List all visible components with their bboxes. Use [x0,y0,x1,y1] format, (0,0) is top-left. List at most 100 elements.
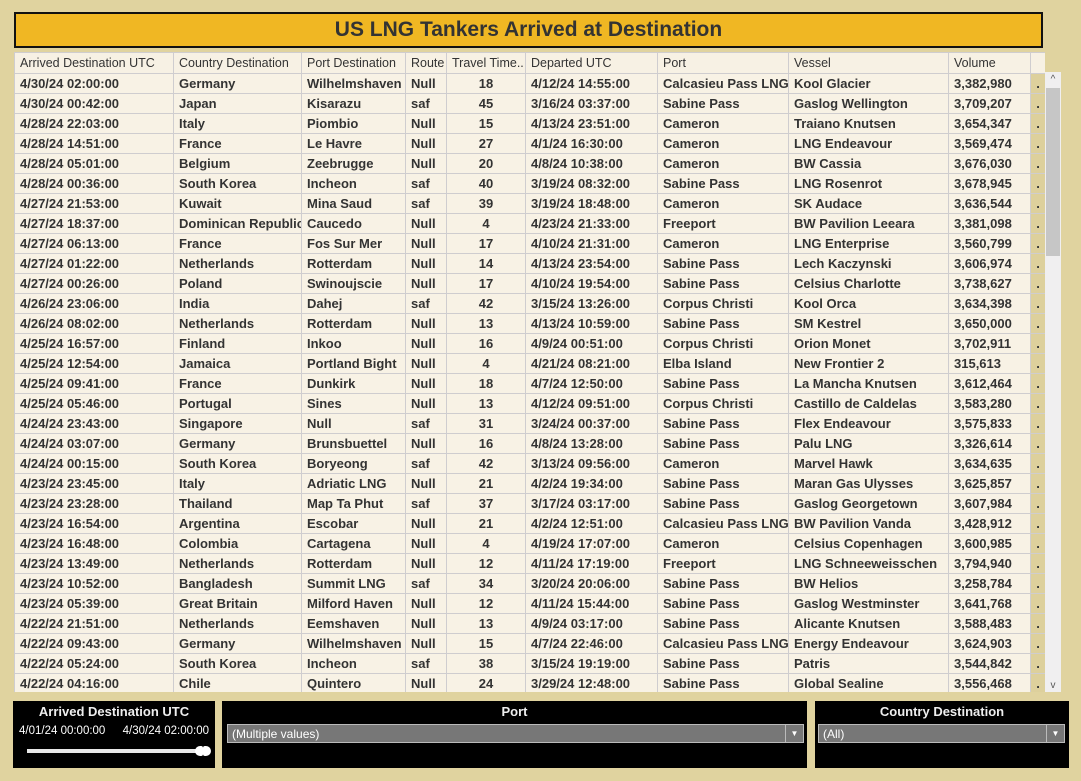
cell-travel-time: 27 [446,133,526,154]
country-dropdown[interactable]: (All) ▼ [818,724,1065,743]
slider-end-handle[interactable] [203,746,211,756]
column-header-vessel[interactable]: Vessel [788,52,949,74]
port-dropdown[interactable]: (Multiple values) ▼ [227,724,804,743]
table-row[interactable]: 4/25/24 09:41:00 France Dunkirk Null 18 4/7/2… [14,373,1045,394]
cell-port-destination: Kisarazu [301,93,406,114]
cell-volume: 3,641,768 [948,593,1031,614]
cell-volume: 3,650,000 [948,313,1031,334]
scroll-thumb[interactable] [1046,88,1060,256]
date-range-filter: Arrived Destination UTC 4/01/24 00:00:00… [13,701,215,768]
cell-departed-utc: 4/9/24 00:51:00 [525,333,658,354]
table-row[interactable]: 4/23/24 16:54:00 Argentina Escobar Null 21 4/… [14,513,1045,534]
cell-route: Null [405,593,447,614]
column-header-volume[interactable]: Volume [948,52,1031,74]
row-marker: . [1030,413,1045,434]
table-row[interactable]: 4/28/24 00:36:00 South Korea Incheon saf 40 3… [14,173,1045,194]
country-filter: Country Destination (All) ▼ [815,701,1069,768]
cell-volume: 3,678,945 [948,173,1031,194]
dropdown-arrow-icon[interactable]: ▼ [785,725,803,742]
cell-route: saf [405,493,447,514]
table-row[interactable]: 4/24/24 00:15:00 South Korea Boryeong saf 42… [14,453,1045,474]
table-row[interactable]: 4/25/24 05:46:00 Portugal Sines Null 13 4/12/… [14,393,1045,414]
column-header-travel-time[interactable]: Travel Time.. [446,52,526,74]
cell-port: Cameron [657,113,789,134]
table-row[interactable]: 4/24/24 23:43:00 Singapore Null saf 31 3/24/2… [14,413,1045,434]
table-row[interactable]: 4/23/24 16:48:00 Colombia Cartagena Null 4 4/… [14,533,1045,554]
table-scrollbar[interactable]: ^ v [1045,72,1061,692]
cell-vessel: New Frontier 2 [788,353,949,374]
dropdown-arrow-icon[interactable]: ▼ [1046,725,1064,742]
scroll-down-icon[interactable]: v [1045,678,1061,692]
cell-country-destination: France [173,133,302,154]
cell-port-destination: Quintero [301,673,406,692]
cell-volume: 3,428,912 [948,513,1031,534]
cell-departed-utc: 3/17/24 03:17:00 [525,493,658,514]
table-row[interactable]: 4/23/24 23:28:00 Thailand Map Ta Phut saf 37… [14,493,1045,514]
cell-arrived-utc: 4/27/24 01:22:00 [14,253,174,274]
row-marker: . [1030,93,1045,114]
row-marker: . [1030,613,1045,634]
cell-port: Sabine Pass [657,493,789,514]
table-row[interactable]: 4/28/24 14:51:00 France Le Havre Null 27 4/1/… [14,133,1045,154]
table-row[interactable]: 4/28/24 22:03:00 Italy Piombio Null 15 4/13/2… [14,113,1045,134]
cell-port-destination: Caucedo [301,213,406,234]
table-row[interactable]: 4/22/24 05:24:00 South Korea Incheon saf 38 3… [14,653,1045,674]
table-row[interactable]: 4/27/24 21:53:00 Kuwait Mina Saud saf 39 3/19… [14,193,1045,214]
column-header-port[interactable]: Port [657,52,789,74]
table-row[interactable]: 4/22/24 09:43:00 Germany Wilhelmshaven Null… [14,633,1045,654]
table-row[interactable]: 4/30/24 02:00:00 Germany Wilhelmshaven Null… [14,73,1045,94]
table-row[interactable]: 4/23/24 23:45:00 Italy Adriatic LNG Null 21 4… [14,473,1045,494]
table-row[interactable]: 4/23/24 13:49:00 Netherlands Rotterdam Null… [14,553,1045,574]
cell-arrived-utc: 4/27/24 21:53:00 [14,193,174,214]
table-row[interactable]: 4/25/24 16:57:00 Finland Inkoo Null 16 4/9/24… [14,333,1045,354]
cell-vessel: La Mancha Knutsen [788,373,949,394]
table-row[interactable]: 4/27/24 06:13:00 France Fos Sur Mer Null 17 4… [14,233,1045,254]
date-range-end: 4/30/24 02:00:00 [122,725,209,737]
column-header-arrived-utc[interactable]: Arrived Destination UTC [14,52,174,74]
row-marker: . [1030,673,1045,692]
table-row[interactable]: 4/22/24 21:51:00 Netherlands Eemshaven Null… [14,613,1045,634]
cell-arrived-utc: 4/23/24 23:28:00 [14,493,174,514]
column-header-route[interactable]: Route [405,52,447,74]
column-header-port-destination[interactable]: Port Destination [301,52,406,74]
table-header-row: Arrived Destination UTC Country Destinati… [14,52,1045,74]
date-range-slider[interactable] [27,749,207,753]
scroll-up-icon[interactable]: ^ [1045,72,1061,86]
table-row[interactable]: 4/30/24 00:42:00 Japan Kisarazu saf 45 3/16/2… [14,93,1045,114]
column-header-country-destination[interactable]: Country Destination [173,52,302,74]
cell-travel-time: 40 [446,173,526,194]
table-row[interactable]: 4/26/24 08:02:00 Netherlands Rotterdam Null… [14,313,1045,334]
cell-travel-time: 37 [446,493,526,514]
table-row[interactable]: 4/23/24 10:52:00 Bangladesh Summit LNG saf 3… [14,573,1045,594]
cell-route: Null [405,473,447,494]
cell-port: Sabine Pass [657,273,789,294]
cell-port-destination: Piombio [301,113,406,134]
table-row[interactable]: 4/28/24 05:01:00 Belgium Zeebrugge Null 20 4/… [14,153,1045,174]
cell-vessel: Gaslog Westminster [788,593,949,614]
cell-vessel: SM Kestrel [788,313,949,334]
row-marker: . [1030,213,1045,234]
cell-vessel: Global Sealine [788,673,949,692]
cell-volume: 3,606,974 [948,253,1031,274]
cell-arrived-utc: 4/28/24 22:03:00 [14,113,174,134]
cell-port: Sabine Pass [657,673,789,692]
table-row[interactable]: 4/27/24 18:37:00 Dominican Republic Cauced… [14,213,1045,234]
cell-arrived-utc: 4/28/24 00:36:00 [14,173,174,194]
slider-start-handle[interactable] [195,746,203,756]
cell-travel-time: 17 [446,273,526,294]
table-row[interactable]: 4/27/24 00:26:00 Poland Swinoujscie Null 17 4… [14,273,1045,294]
table-row[interactable]: 4/23/24 05:39:00 Great Britain Milford Hav… [14,593,1045,614]
table-row[interactable]: 4/27/24 01:22:00 Netherlands Rotterdam Null… [14,253,1045,274]
row-marker: . [1030,393,1045,414]
cell-port-destination: Rotterdam [301,553,406,574]
table-row[interactable]: 4/26/24 23:06:00 India Dahej saf 42 3/15/24 1… [14,293,1045,314]
cell-departed-utc: 4/10/24 21:31:00 [525,233,658,254]
table-row[interactable]: 4/24/24 03:07:00 Germany Brunsbuettel Null 1… [14,433,1045,454]
table-row[interactable]: 4/25/24 12:54:00 Jamaica Portland Bight Nul… [14,353,1045,374]
column-header-departed-utc[interactable]: Departed UTC [525,52,658,74]
cell-volume: 3,794,940 [948,553,1031,574]
cell-departed-utc: 3/13/24 09:56:00 [525,453,658,474]
cell-volume: 3,738,627 [948,273,1031,294]
cell-route: Null [405,133,447,154]
table-row[interactable]: 4/22/24 04:16:00 Chile Quintero Null 24 3/29/… [14,673,1045,692]
